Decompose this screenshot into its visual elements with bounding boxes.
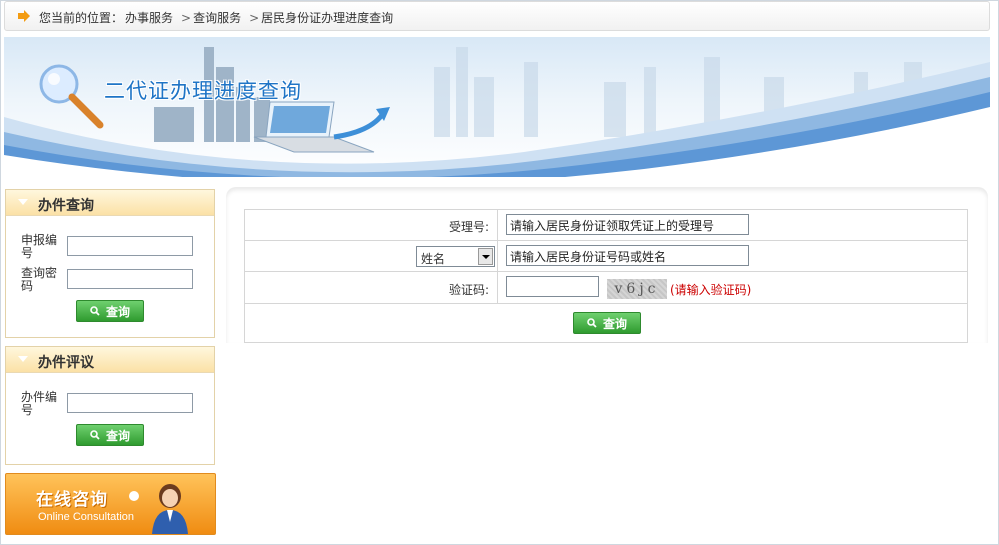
magnifier-icon [39, 64, 104, 129]
captcha-label: 验证码: [448, 283, 489, 297]
captcha-input[interactable] [506, 276, 599, 297]
id-name-row: 姓名 请输入居民身份证号码或姓名 [245, 241, 967, 272]
form-search-label: 查询 [602, 316, 627, 331]
captcha-image[interactable]: v6jc [607, 279, 667, 299]
id-or-name-input[interactable]: 请输入居民身份证号码或姓名 [506, 245, 749, 266]
chevron-down-icon [478, 248, 493, 265]
captcha-hint: (请输入验证码) [670, 283, 752, 297]
query-panel-search-label: 查询 [105, 304, 130, 319]
receipt-row: 受理号: 请输入居民身份证领取凭证上的受理号 [245, 210, 967, 241]
captcha-row: 验证码: v6jc (请输入验证码) [245, 272, 967, 304]
form-search-button[interactable]: 查询 [573, 312, 641, 334]
breadcrumb-prefix: 您当前的位置： [39, 11, 124, 25]
query-password-input[interactable] [67, 269, 193, 289]
query-type-select[interactable]: 姓名 [416, 246, 495, 267]
search-icon [90, 430, 100, 440]
caret-down-icon [18, 356, 28, 362]
review-panel-title: 办件评议 [38, 355, 94, 371]
progress-query-form: 受理号: 请输入居民身份证领取凭证上的受理号 姓名 请输入居民身份证号码或姓名 … [244, 209, 968, 343]
breadcrumb-item-query[interactable]: 查询服务 [193, 11, 241, 25]
search-icon [587, 318, 597, 328]
review-panel-search-button[interactable]: 查询 [76, 424, 144, 446]
review-panel-search-label: 查询 [105, 428, 130, 443]
breadcrumb-separator: > [249, 11, 260, 25]
query-password-label: 查询密码 [21, 266, 58, 293]
online-consultation-banner[interactable]: 在线咨询 Online Consultation [5, 473, 216, 535]
laptop-icon [253, 101, 375, 153]
report-number-input[interactable] [67, 236, 193, 256]
breadcrumb-separator: > [181, 11, 192, 25]
consult-title: 在线咨询 [36, 490, 108, 510]
receipt-number-input[interactable]: 请输入居民身份证领取凭证上的受理号 [506, 214, 749, 235]
search-icon [90, 306, 100, 316]
review-panel: 办件评议 办件编号 查询 [5, 346, 215, 465]
case-number-input[interactable] [67, 393, 193, 413]
breadcrumb: 您当前的位置： 办事服务 > 查询服务 > 居民身份证办理进度查询 [4, 1, 990, 31]
breadcrumb-item-current: 居民身份证办理进度查询 [261, 11, 394, 25]
banner-skyline-graphic [4, 47, 990, 177]
query-type-select-value: 姓名 [421, 252, 446, 266]
query-panel-header: 办件查询 [6, 190, 214, 216]
arrow-circle-icon [129, 491, 139, 501]
review-panel-header: 办件评议 [6, 347, 214, 373]
report-number-label: 申报编号 [21, 233, 58, 260]
query-panel-search-button[interactable]: 查询 [76, 300, 144, 322]
query-panel-title: 办件查询 [38, 198, 94, 214]
banner: 二代证办理进度查询 [4, 37, 990, 177]
customer-service-avatar-icon [152, 484, 188, 534]
banner-title: 二代证办理进度查询 [104, 79, 302, 103]
receipt-number-label: 受理号: [448, 220, 489, 234]
query-panel: 办件查询 申报编号 查询密码 查询 [5, 189, 215, 338]
arrow-right-icon [18, 10, 30, 22]
consult-subtitle: Online Consultation [38, 511, 135, 523]
case-number-label: 办件编号 [21, 390, 58, 417]
caret-down-icon [18, 199, 28, 205]
breadcrumb-item-service[interactable]: 办事服务 [125, 11, 173, 25]
